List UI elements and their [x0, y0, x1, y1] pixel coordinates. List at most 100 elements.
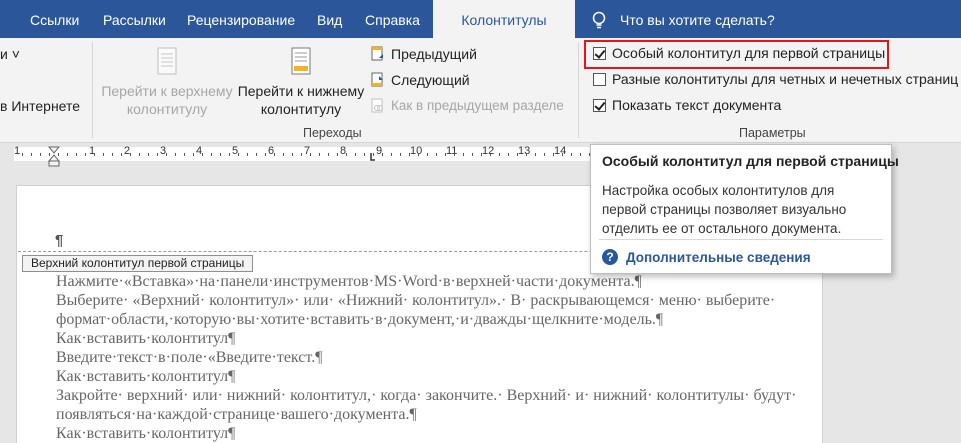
goto-footer-button[interactable]: Перейти к нижнему колонтитулу: [234, 46, 368, 118]
ruler-tick: [85, 153, 86, 156]
ruler-tick: [58, 153, 59, 156]
document-line[interactable]: Выберите· «Верхний· колонтитул»· или· «Н…: [56, 292, 775, 310]
options-group-label: Параметры: [739, 126, 806, 140]
ruler-tick: [121, 153, 122, 156]
ruler-tick: [76, 153, 77, 156]
ruler-tick: [22, 153, 23, 156]
group-separator: [92, 42, 93, 138]
header-paragraph-mark: ¶: [55, 232, 64, 249]
ruler-number: 1: [14, 145, 21, 157]
ruler-tick: [328, 153, 329, 156]
ruler-tick: [247, 153, 248, 156]
ruler-tick: [589, 153, 590, 156]
lightbulb-icon: [592, 11, 606, 29]
tab-references[interactable]: Ссылки: [30, 0, 79, 38]
ruler-tick: [256, 153, 257, 156]
ruler-tick: [274, 153, 275, 156]
previous-section-icon: [371, 46, 383, 61]
tab-review[interactable]: Рецензирование: [187, 0, 295, 38]
tell-me-text: Что вы хотите сделать?: [620, 12, 775, 28]
different-odd-even-checkbox[interactable]: [593, 73, 606, 86]
document-line[interactable]: формат·области,·которую·вы·хотите·встави…: [56, 311, 663, 329]
goto-header-label-2: колонтитулу: [126, 101, 208, 117]
ruler-tick: [472, 153, 473, 156]
ruler-tick: [238, 153, 239, 156]
first-page-header-tag: Верхний колонтитул первой страницы: [22, 255, 254, 272]
ruler-tick: [409, 153, 410, 156]
ruler-tick: [463, 153, 464, 156]
cut-off-online-command[interactable]: в Интернете: [0, 98, 80, 114]
ruler-tick: [202, 153, 203, 156]
ruler-number: 13: [518, 145, 531, 157]
ruler-tick: [94, 153, 95, 156]
next-button[interactable]: Следующий: [391, 72, 470, 88]
cut-off-command[interactable]: и ˅: [0, 46, 20, 62]
document-line[interactable]: Как·вставить·колонтитул¶: [56, 368, 235, 386]
ruler-tick: [49, 153, 50, 156]
tab-header-footer[interactable]: Колонтитулы: [433, 0, 575, 38]
ruler-tick: [265, 153, 266, 156]
ruler-tick: [301, 153, 302, 156]
ruler-tick: [526, 153, 527, 156]
tooltip-more-info-link[interactable]: Дополнительные сведения: [626, 250, 811, 265]
tab-help[interactable]: Справка: [365, 0, 420, 38]
ruler-tick: [157, 153, 158, 156]
ruler-tick: [508, 153, 509, 156]
ruler-tick: [571, 153, 572, 156]
tooltip: Особый колонтитул для первой страницы На…: [590, 144, 899, 274]
ruler-tick: [553, 153, 554, 156]
highlight-frame: [584, 40, 889, 69]
document-line[interactable]: Закройте· верхний· или· нижний· колонтит…: [56, 387, 796, 405]
ruler-tick: [400, 153, 401, 156]
tab-view[interactable]: Вид: [317, 0, 342, 38]
ruler-tick: [436, 153, 437, 156]
tab-stop-icon[interactable]: [366, 152, 376, 162]
previous-button[interactable]: Предыдущий: [391, 46, 477, 62]
vertical-scrollbar[interactable]: [944, 167, 961, 443]
ruler-tick: [481, 153, 482, 156]
ruler-tick: [355, 153, 356, 156]
ruler-tick: [184, 153, 185, 156]
ruler-tick: [211, 153, 212, 156]
tooltip-title: Особый колонтитул для первой страницы: [602, 153, 899, 169]
goto-header-button[interactable]: Перейти к верхнему колонтитулу: [100, 46, 234, 118]
different-odd-even-label[interactable]: Разные колонтитулы для четных и нечетных…: [612, 71, 958, 87]
ruler-tick: [373, 153, 374, 156]
ruler-tick: [580, 153, 581, 156]
ruler-tick: [562, 153, 563, 156]
ruler-number: 14: [554, 145, 567, 157]
ruler-tick: [517, 153, 518, 156]
ruler-number: 11: [446, 145, 458, 157]
ruler-tick: [544, 153, 545, 156]
page-header-icon: [157, 47, 177, 75]
ruler-tick: [454, 153, 455, 156]
ruler-tick: [319, 153, 320, 156]
goto-footer-label-2: колонтитулу: [260, 101, 342, 117]
ruler-tick: [490, 153, 491, 156]
ruler-tick: [364, 153, 365, 156]
document-line[interactable]: Как·вставить·колонтитул¶: [56, 330, 235, 348]
ruler-tick: [112, 153, 113, 156]
tooltip-divider: [599, 239, 883, 240]
ruler-number: 10: [410, 145, 423, 157]
show-document-text-label[interactable]: Показать текст документа: [612, 97, 781, 113]
tab-mailings[interactable]: Рассылки: [103, 0, 166, 38]
tooltip-body: Настройка особых колонтитулов для первой…: [602, 181, 846, 238]
ruler-tick: [130, 153, 131, 156]
ruler-tick: [40, 153, 41, 156]
indent-marker-icon[interactable]: [47, 146, 61, 168]
link-to-previous-button[interactable]: Как в предыдущем разделе: [391, 98, 564, 113]
ruler-tick: [346, 153, 347, 156]
document-line[interactable]: Введите·текст·в·поле·«Введите·текст.¶: [56, 349, 322, 367]
ruler-tick: [535, 153, 536, 156]
ribbon-tab-bar: Ссылки Рассылки Рецензирование Вид Справ…: [0, 0, 961, 38]
show-document-text-checkbox[interactable]: [593, 99, 606, 112]
goto-footer-label-1: Перейти к нижнему: [237, 83, 365, 99]
page-footer-icon: [291, 47, 311, 75]
document-line[interactable]: появляться·на·каждой·странице·вашего·док…: [56, 406, 417, 424]
word-window: Ссылки Рассылки Рецензирование Вид Справ…: [0, 0, 961, 443]
ruler-tick: [103, 153, 104, 156]
document-line[interactable]: Нажмите·«Вставка»·на·панели·инструментов…: [56, 273, 642, 291]
ruler-tick: [220, 153, 221, 156]
document-line[interactable]: Как·вставить·колонтитул¶: [56, 425, 235, 443]
